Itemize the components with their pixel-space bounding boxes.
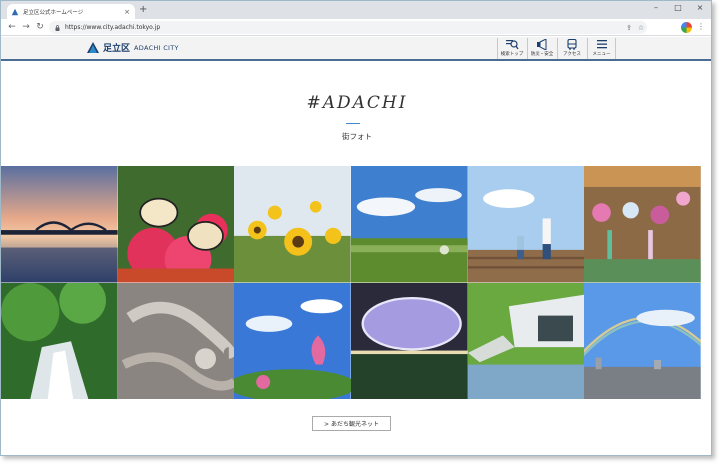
nav-label: 防災・安全 (530, 52, 554, 57)
url-text: https://www.city.adachi.tokyo.jp (65, 24, 161, 31)
profile-avatar[interactable] (681, 22, 692, 33)
photo-modern-building-pond[interactable] (467, 282, 585, 399)
reload-icon[interactable]: ↻ (34, 21, 46, 33)
site-logo[interactable]: 足立区 ADACHI CITY (87, 41, 179, 54)
maximize-icon[interactable]: □ (668, 2, 688, 14)
new-tab-icon[interactable]: + (139, 4, 147, 16)
bus-icon (567, 39, 577, 50)
browser-menu-icon[interactable]: ⋮ (697, 21, 705, 33)
browser-tab[interactable]: 足立区公式ホームページ × (7, 4, 135, 19)
photo-waterfall-greenery[interactable] (1, 282, 118, 399)
nav-label: メニュー (592, 52, 611, 57)
photo-wind-chimes[interactable] (584, 166, 701, 283)
megaphone-icon (537, 39, 547, 50)
hero-subtitle: 街フォト (342, 132, 372, 141)
adachi-tourism-link-button[interactable]: > あだち観光ネット (312, 416, 391, 431)
nav-label: アクセス (563, 52, 581, 57)
photo-parent-child-stairs[interactable] (467, 166, 585, 283)
minimize-icon[interactable]: – (646, 2, 666, 14)
forward-icon[interactable]: → (20, 21, 32, 33)
logo-text-jp: 足立区 (103, 44, 131, 54)
tab-title: 足立区公式ホームページ (23, 9, 84, 16)
photo-ring-structure-night[interactable] (350, 282, 468, 399)
tab-close-icon[interactable]: × (123, 8, 131, 16)
photo-butterflies-flowers[interactable] (117, 166, 235, 283)
menu-icon (596, 40, 607, 49)
adachi-logo-mark-icon (87, 41, 99, 53)
window-close-icon[interactable]: × (690, 2, 710, 14)
nav-access[interactable]: アクセス (557, 38, 586, 59)
adachi-tourism-link-label: > あだち観光ネット (324, 421, 379, 428)
photo-sunflowers[interactable] (234, 166, 351, 283)
address-bar[interactable]: https://www.city.adachi.tokyo.jp ⇪ ☆ (49, 21, 647, 34)
lock-icon (55, 24, 60, 31)
photo-bridge-sunset[interactable] (1, 166, 118, 283)
bookmark-star-icon[interactable]: ☆ (635, 24, 647, 32)
hero-divider (346, 123, 360, 124)
nav-disaster-safety[interactable]: 防災・安全 (527, 38, 556, 59)
nav-label: 検索トップ (500, 52, 524, 57)
tab-strip: 足立区公式ホームページ × + – □ × (1, 1, 711, 19)
logo-text-en: ADACHI CITY (134, 43, 179, 52)
photo-lotus-pond[interactable] (234, 282, 351, 399)
browser-toolbar: ← → ↻ https://www.city.adachi.tokyo.jp ⇪… (1, 19, 711, 36)
photo-rainbow-city[interactable] (584, 282, 701, 399)
photo-grid (1, 166, 701, 399)
back-icon[interactable]: ← (6, 21, 18, 33)
browser-window: 足立区公式ホームページ × + – □ × ← → ↻ https://www.… (0, 0, 712, 456)
nav-menu[interactable]: メニュー (587, 38, 616, 59)
photo-stone-dragon-carving[interactable] (117, 282, 235, 399)
share-icon[interactable]: ⇪ (623, 24, 635, 32)
nav-search-top[interactable]: 検索トップ (497, 38, 526, 59)
adachi-favicon-icon (11, 8, 19, 15)
photo-riverbank-field[interactable] (350, 166, 468, 283)
search-icon (506, 40, 519, 50)
hero-title: #ADACHI (306, 93, 408, 113)
site-header: 足立区 ADACHI CITY 検索トップ 防災・安全 アクセス メニュー (1, 37, 711, 61)
